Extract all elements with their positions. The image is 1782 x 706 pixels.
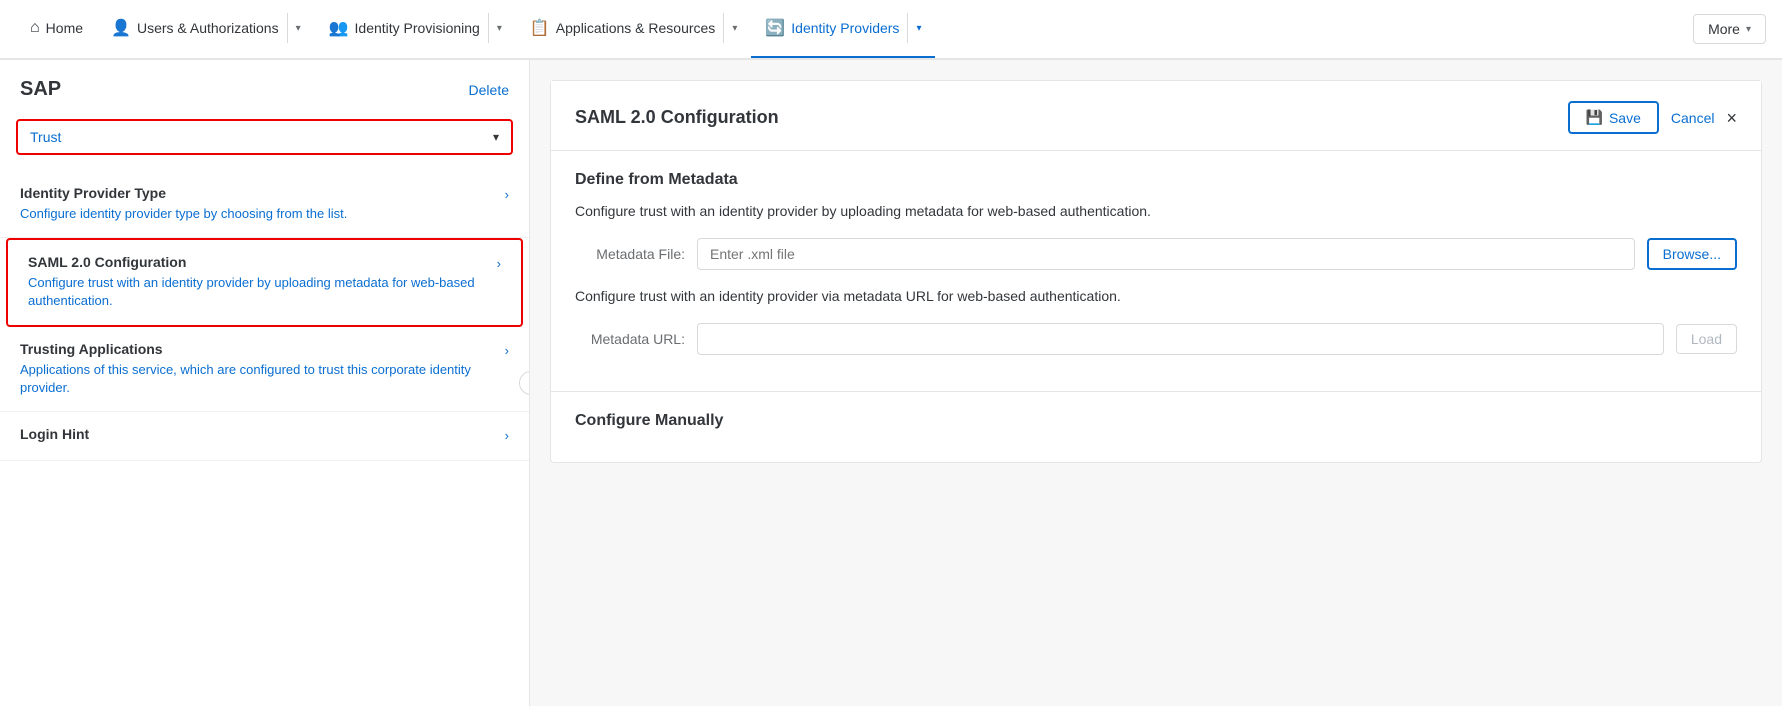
sidebar-item-login-hint-content: Login Hint bbox=[20, 426, 497, 446]
trust-dropdown[interactable]: Trust ▾ bbox=[16, 119, 513, 155]
save-icon: 💾 bbox=[1586, 109, 1603, 126]
define-metadata-title: Define from Metadata bbox=[575, 171, 1737, 189]
nav-users[interactable]: 👤 Users & Authorizations ▾ bbox=[97, 0, 315, 58]
content-title: SAML 2.0 Configuration bbox=[575, 107, 779, 128]
app-resources-icon: 📋 bbox=[530, 18, 550, 38]
define-metadata-section: Define from Metadata Configure trust wit… bbox=[551, 151, 1761, 392]
content-area: SAML 2.0 Configuration 💾 Save Cancel × D… bbox=[530, 60, 1782, 706]
nav-users-label: Users & Authorizations bbox=[137, 20, 279, 36]
sidebar-item-saml-desc: Configure trust with an identity provide… bbox=[28, 274, 489, 310]
nav-separator-2 bbox=[488, 13, 489, 43]
content-header: SAML 2.0 Configuration 💾 Save Cancel × bbox=[551, 81, 1761, 151]
sidebar-item-idp-type-desc: Configure identity provider type by choo… bbox=[20, 205, 497, 223]
configure-manually-title: Configure Manually bbox=[575, 412, 1737, 430]
sidebar-scroll: Identity Provider Type Configure identit… bbox=[0, 171, 529, 706]
define-metadata-url-desc: Configure trust with an identity provide… bbox=[575, 286, 1737, 307]
sidebar-item-idp-type-content: Identity Provider Type Configure identit… bbox=[20, 185, 497, 223]
metadata-file-label: Metadata File: bbox=[575, 246, 685, 262]
nav-users-chevron[interactable]: ▾ bbox=[296, 23, 301, 34]
save-label: Save bbox=[1609, 110, 1641, 126]
sidebar-item-saml[interactable]: SAML 2.0 Configuration Configure trust w… bbox=[6, 238, 523, 326]
nav-identity-providers-chevron[interactable]: ▾ bbox=[916, 23, 921, 34]
trust-dropdown-chevron: ▾ bbox=[493, 130, 499, 144]
metadata-url-row: Metadata URL: Load bbox=[575, 323, 1737, 355]
sidebar-item-idp-type-title: Identity Provider Type bbox=[20, 185, 497, 201]
sidebar-title: SAP bbox=[20, 78, 61, 101]
nav-more-button[interactable]: More ▾ bbox=[1693, 14, 1766, 44]
delete-button[interactable]: Delete bbox=[469, 82, 509, 98]
users-icon: 👤 bbox=[111, 18, 131, 38]
nav-identity-prov-label: Identity Provisioning bbox=[355, 20, 480, 36]
load-button[interactable]: Load bbox=[1676, 324, 1737, 354]
home-icon: ⌂ bbox=[30, 19, 40, 37]
sidebar-item-trusting-apps-title: Trusting Applications bbox=[20, 341, 497, 357]
nav-identity-providers[interactable]: 🔄 Identity Providers ▾ bbox=[751, 0, 935, 58]
sidebar-item-trusting-apps[interactable]: Trusting Applications Applications of th… bbox=[0, 327, 529, 412]
sidebar-item-saml-chevron: › bbox=[497, 256, 501, 271]
sidebar-item-trusting-apps-chevron: › bbox=[505, 343, 509, 358]
nav-app-resources[interactable]: 📋 Applications & Resources ▾ bbox=[516, 0, 751, 58]
nav-home-label: Home bbox=[46, 20, 83, 36]
trust-dropdown-label: Trust bbox=[30, 129, 61, 145]
nav-more-label: More bbox=[1708, 21, 1740, 37]
sidebar-item-idp-type-chevron: › bbox=[505, 187, 509, 202]
configure-manually-section: Configure Manually bbox=[551, 392, 1761, 462]
sidebar-item-saml-title: SAML 2.0 Configuration bbox=[28, 254, 489, 270]
identity-prov-icon: 👥 bbox=[329, 18, 349, 38]
main-layout: SAP Delete Trust ▾ Identity Provider Typ… bbox=[0, 60, 1782, 706]
define-metadata-file-desc: Configure trust with an identity provide… bbox=[575, 201, 1737, 222]
close-button[interactable]: × bbox=[1726, 109, 1737, 127]
sidebar-item-trusting-apps-desc: Applications of this service, which are … bbox=[20, 361, 497, 397]
save-button[interactable]: 💾 Save bbox=[1568, 101, 1659, 134]
nav-separator-4 bbox=[907, 13, 908, 43]
nav-more-chevron: ▾ bbox=[1746, 24, 1751, 35]
sidebar-item-saml-content: SAML 2.0 Configuration Configure trust w… bbox=[28, 254, 489, 310]
metadata-file-input[interactable] bbox=[697, 238, 1635, 270]
nav-identity-providers-label: Identity Providers bbox=[791, 20, 899, 36]
sidebar-item-login-hint-title: Login Hint bbox=[20, 426, 497, 442]
metadata-url-label: Metadata URL: bbox=[575, 331, 685, 347]
browse-button[interactable]: Browse... bbox=[1647, 238, 1737, 270]
identity-providers-icon: 🔄 bbox=[765, 18, 785, 38]
content-actions: 💾 Save Cancel × bbox=[1568, 101, 1737, 134]
metadata-url-input[interactable] bbox=[697, 323, 1664, 355]
nav-app-resources-label: Applications & Resources bbox=[556, 20, 716, 36]
sidebar: SAP Delete Trust ▾ Identity Provider Typ… bbox=[0, 60, 530, 706]
nav-separator-3 bbox=[723, 13, 724, 43]
sidebar-item-login-hint[interactable]: Login Hint › bbox=[0, 412, 529, 461]
sidebar-item-trusting-apps-content: Trusting Applications Applications of th… bbox=[20, 341, 497, 397]
nav-home[interactable]: ⌂ Home bbox=[16, 0, 97, 58]
sidebar-item-idp-type[interactable]: Identity Provider Type Configure identit… bbox=[0, 171, 529, 238]
cancel-button[interactable]: Cancel bbox=[1671, 110, 1715, 126]
metadata-file-row: Metadata File: Browse... bbox=[575, 238, 1737, 270]
top-navigation: ⌂ Home 👤 Users & Authorizations ▾ 👥 Iden… bbox=[0, 0, 1782, 60]
nav-separator-1 bbox=[287, 13, 288, 43]
nav-app-resources-chevron[interactable]: ▾ bbox=[732, 23, 737, 34]
nav-identity-prov-chevron[interactable]: ▾ bbox=[497, 23, 502, 34]
sidebar-item-login-hint-chevron: › bbox=[505, 428, 509, 443]
content-panel: SAML 2.0 Configuration 💾 Save Cancel × D… bbox=[550, 80, 1762, 463]
nav-identity-prov[interactable]: 👥 Identity Provisioning ▾ bbox=[315, 0, 516, 58]
sidebar-header: SAP Delete bbox=[0, 60, 529, 111]
